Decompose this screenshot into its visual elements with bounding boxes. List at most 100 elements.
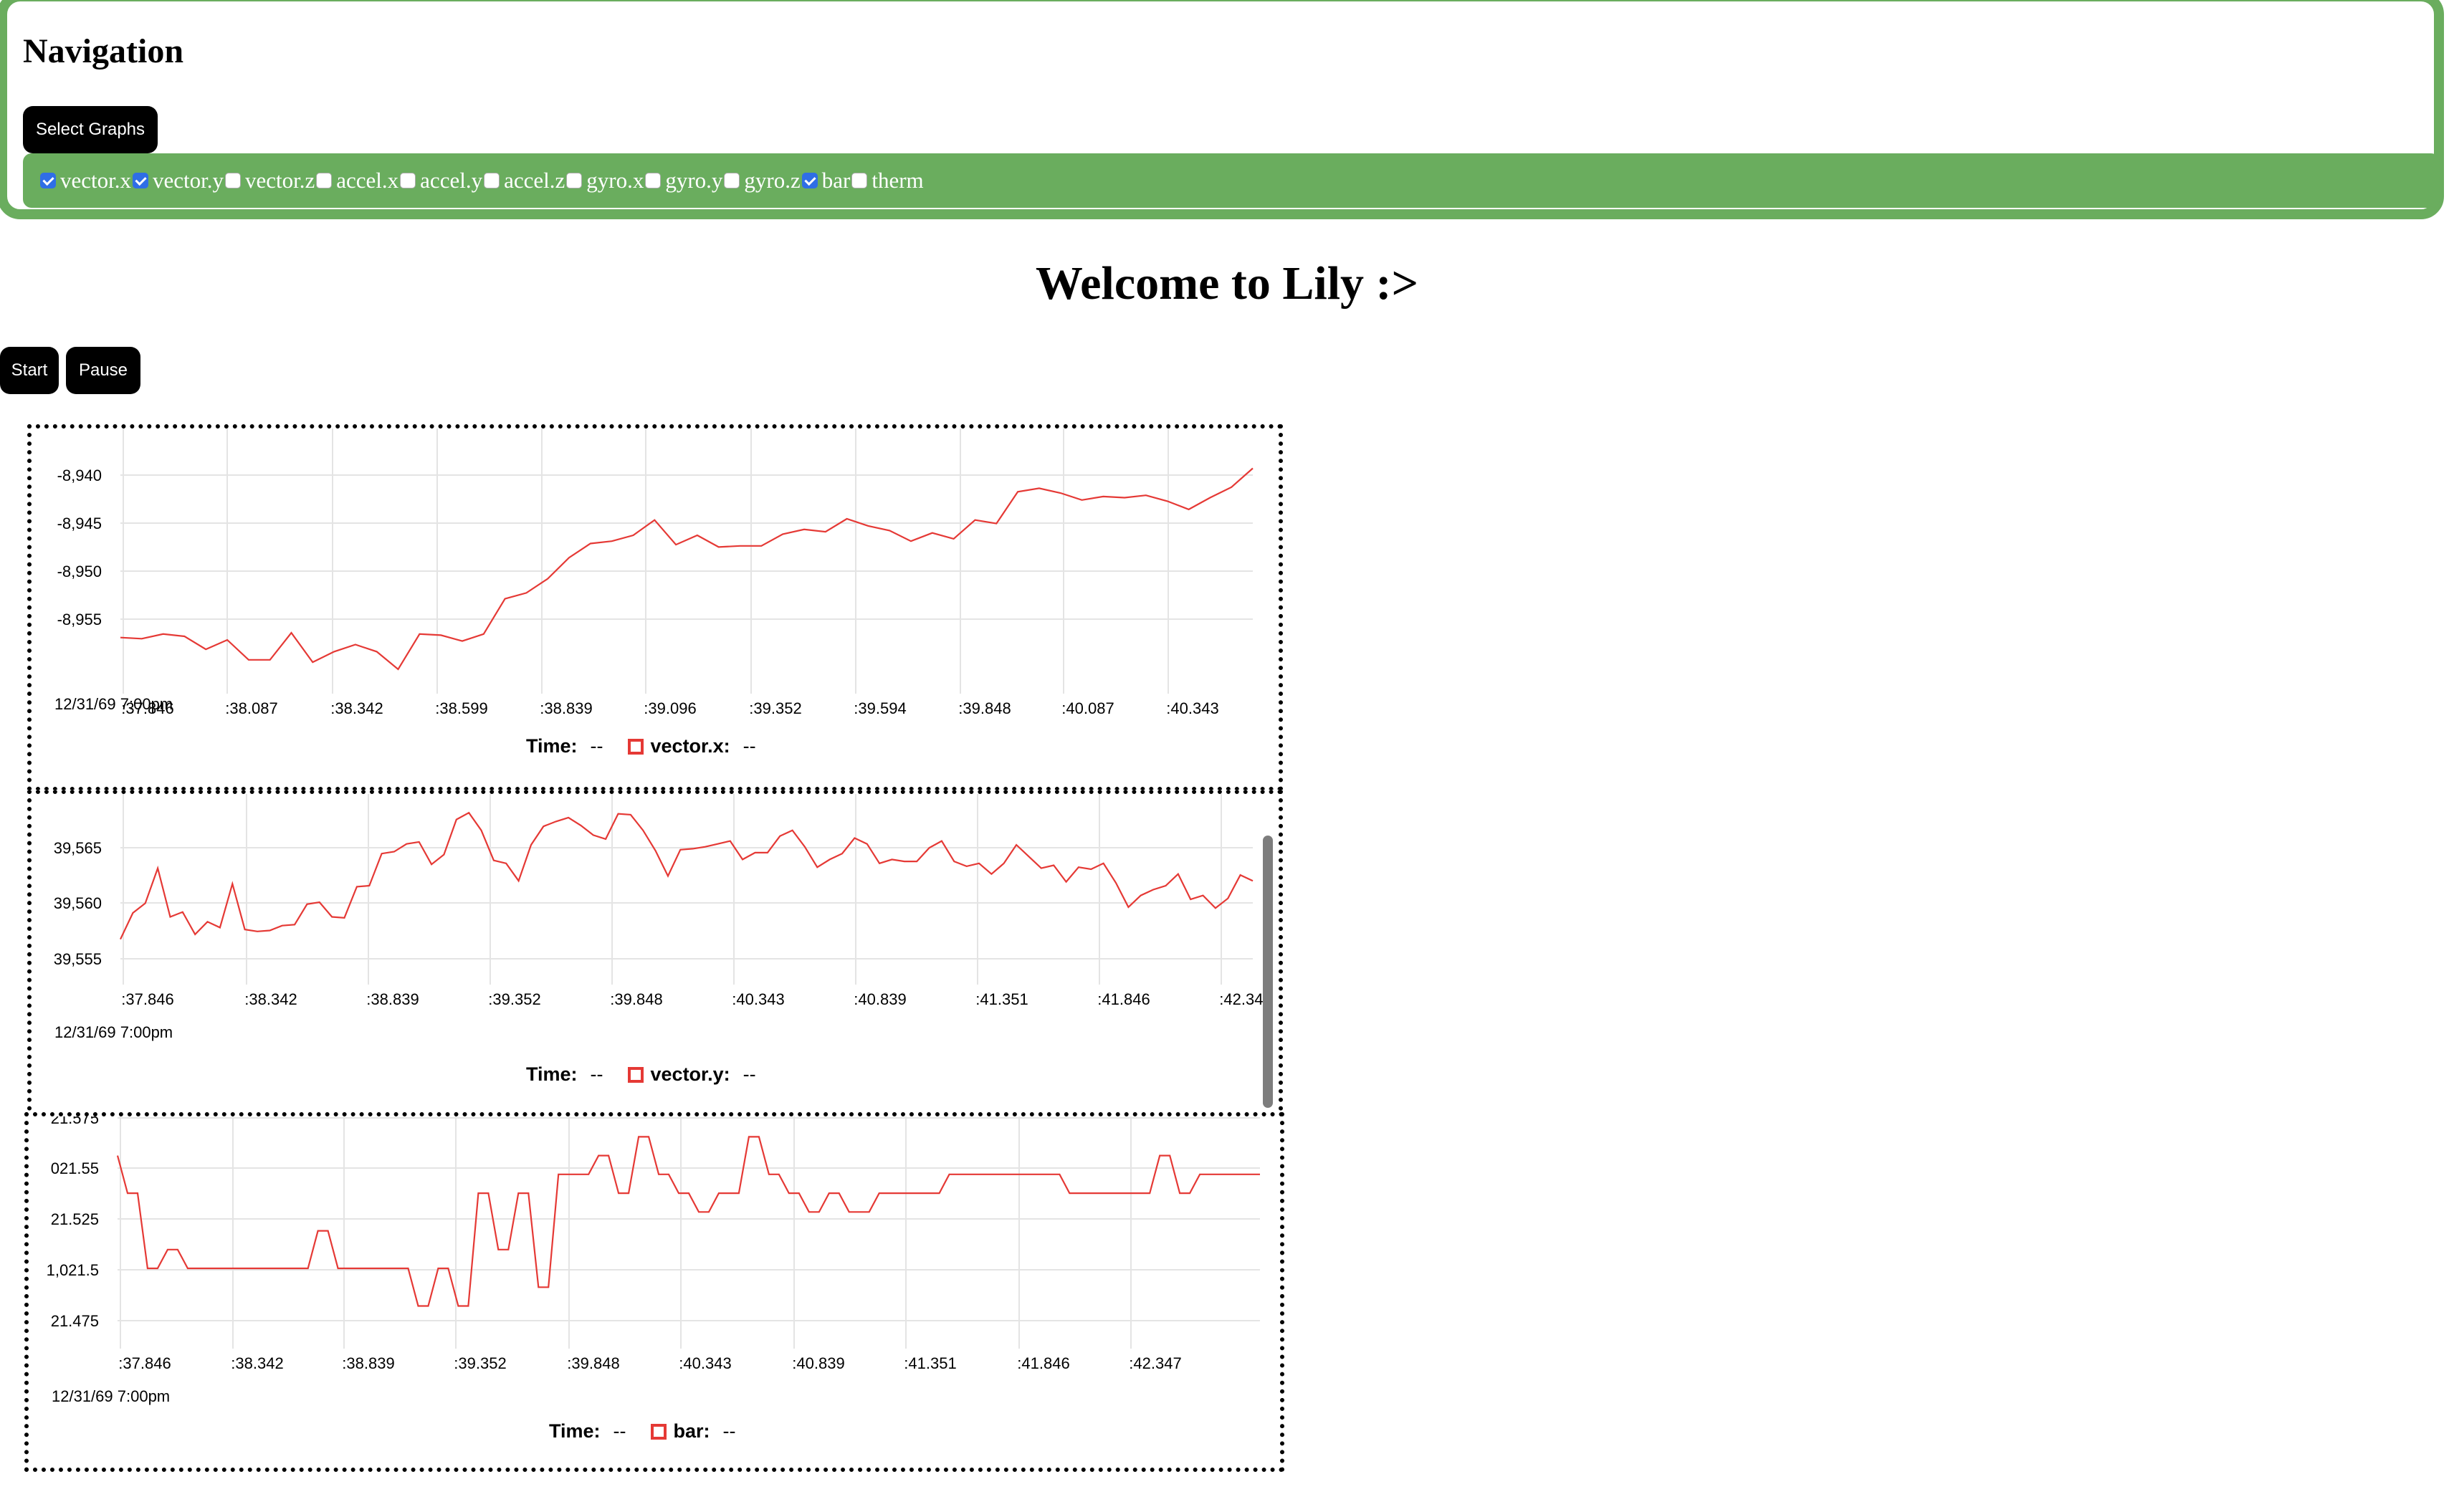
checkbox-box[interactable] bbox=[724, 173, 740, 188]
checkbox-accel-y[interactable]: accel.y bbox=[400, 168, 482, 193]
y-tick-label: 39,565 bbox=[54, 839, 102, 857]
y-tick-label: 21.575 bbox=[51, 1116, 99, 1127]
x-tick-label: :38.839 bbox=[366, 990, 419, 1008]
x-axis-date-label: 12/31/69 7:00pm bbox=[54, 695, 173, 713]
x-tick-label: :41.351 bbox=[975, 990, 1028, 1008]
checkbox-accel-z[interactable]: accel.z bbox=[484, 168, 565, 193]
legend-series-label: bar: bbox=[673, 1420, 710, 1442]
x-tick-label: :39.848 bbox=[610, 990, 662, 1008]
y-tick-label: 21.525 bbox=[51, 1210, 99, 1228]
checkbox-label: therm bbox=[872, 168, 924, 193]
checkbox-therm[interactable]: therm bbox=[851, 168, 924, 193]
y-tick-label: -8,945 bbox=[57, 515, 102, 532]
checkbox-box[interactable] bbox=[225, 173, 241, 188]
legend-series-value: -- bbox=[743, 1063, 756, 1085]
y-tick-label: -8,955 bbox=[57, 611, 102, 628]
legend-time-label: Time: bbox=[526, 1063, 578, 1085]
legend-series-value: -- bbox=[722, 1420, 736, 1442]
y-tick-label: -8,940 bbox=[57, 466, 102, 484]
x-tick-label: :39.848 bbox=[567, 1354, 619, 1372]
checkbox-box[interactable] bbox=[484, 173, 500, 188]
x-tick-label: :41.846 bbox=[1017, 1354, 1069, 1372]
checkbox-bar[interactable]: bar bbox=[801, 168, 850, 193]
y-tick-label: -8,950 bbox=[57, 563, 102, 580]
legend-time-value: -- bbox=[613, 1420, 626, 1442]
legend-swatch[interactable] bbox=[627, 1066, 644, 1083]
chart-plot-area: :37.846:38.342:38.839:39.352:39.848:40.3… bbox=[47, 1116, 1260, 1372]
checkbox-gyro-z[interactable]: gyro.z bbox=[724, 168, 801, 193]
y-tick-label: 1,021.5 bbox=[47, 1261, 99, 1279]
x-tick-label: :38.839 bbox=[342, 1354, 394, 1372]
checkbox-box[interactable] bbox=[566, 173, 583, 188]
checkbox-label: gyro.x bbox=[586, 168, 644, 193]
x-tick-label: :39.594 bbox=[854, 699, 906, 717]
select-graphs-button[interactable]: Select Graphs bbox=[23, 106, 158, 153]
start-button[interactable]: Start bbox=[0, 347, 59, 394]
checkbox-box[interactable] bbox=[400, 173, 416, 188]
checkbox-box[interactable] bbox=[801, 173, 818, 188]
pause-button[interactable]: Pause bbox=[66, 347, 140, 394]
checkbox-label: accel.y bbox=[420, 168, 483, 193]
navigation-panel: Navigation Select Graphs vector.x vector.… bbox=[0, 0, 2444, 219]
x-tick-label: :41.351 bbox=[904, 1354, 956, 1372]
chart-bar: :37.846:38.342:38.839:39.352:39.848:40.3… bbox=[24, 1112, 1284, 1472]
checkbox-vector-z[interactable]: vector.z bbox=[225, 168, 315, 193]
y-tick-label: 39,560 bbox=[54, 894, 102, 912]
checkbox-label: vector.z bbox=[245, 168, 315, 193]
series-line-vector-x bbox=[120, 467, 1254, 671]
y-tick-label: 39,555 bbox=[54, 950, 102, 968]
x-tick-label: :37.846 bbox=[121, 990, 173, 1008]
legend-series-label: vector.x: bbox=[650, 735, 730, 757]
x-tick-label: :38.839 bbox=[540, 699, 592, 717]
x-axis-date-label: 12/31/69 7:00pm bbox=[52, 1387, 171, 1405]
checkbox-box[interactable] bbox=[316, 173, 333, 188]
checkbox-vector-x[interactable]: vector.x bbox=[40, 168, 131, 193]
nav-title: Navigation bbox=[23, 32, 184, 70]
legend-time-label: Time: bbox=[549, 1420, 601, 1442]
checkbox-label: vector.x bbox=[60, 168, 131, 193]
x-tick-label: :40.839 bbox=[854, 990, 906, 1008]
checkbox-label: vector.y bbox=[153, 168, 224, 193]
chart-vector-y: :37.846 :38.342 :38.839 :39.352 :39.848 :40.3… bbox=[27, 790, 1283, 1119]
graph-checkbox-bar: vector.x vector.y vector.z accel.x accel.y ac… bbox=[23, 153, 2440, 208]
y-tick-label: 21.475 bbox=[51, 1312, 99, 1330]
checkbox-box[interactable] bbox=[40, 173, 56, 188]
chart-vector-x: :37.846:38.087:38.342:38.599:38.839:39.0… bbox=[27, 424, 1283, 791]
checkbox-box[interactable] bbox=[645, 173, 662, 188]
y-tick-label: 021.55 bbox=[51, 1159, 99, 1177]
legend-series-label: vector.y: bbox=[650, 1063, 730, 1085]
checkbox-gyro-x[interactable]: gyro.x bbox=[566, 168, 644, 193]
chart-plot-area: :37.846:38.087:38.342:38.599:38.839:39.0… bbox=[57, 429, 1254, 717]
checkbox-box[interactable] bbox=[133, 173, 148, 188]
series-line-bar bbox=[116, 1136, 1260, 1307]
scrollbar[interactable] bbox=[1263, 836, 1273, 1108]
x-tick-label: :42.347 bbox=[1129, 1354, 1181, 1372]
checkbox-box[interactable] bbox=[851, 173, 868, 188]
x-axis-date-label: 12/31/69 7:00pm bbox=[54, 1023, 173, 1041]
series-line-vector-y bbox=[120, 811, 1254, 940]
checkbox-vector-y[interactable]: vector.y bbox=[133, 168, 224, 193]
x-tick-label: :39.352 bbox=[749, 699, 801, 717]
x-tick-label: :37.846 bbox=[118, 1354, 171, 1372]
x-tick-label: :40.343 bbox=[1166, 699, 1218, 717]
legend-swatch[interactable] bbox=[650, 1423, 667, 1440]
x-tick-label: :38.087 bbox=[225, 699, 277, 717]
legend-time-value: -- bbox=[590, 1063, 603, 1085]
x-tick-label: :39.848 bbox=[958, 699, 1011, 717]
checkbox-accel-x[interactable]: accel.x bbox=[316, 168, 398, 193]
legend-swatch[interactable] bbox=[627, 738, 644, 755]
x-tick-label: :40.343 bbox=[732, 990, 784, 1008]
x-tick-label: :38.342 bbox=[244, 990, 297, 1008]
x-tick-label: :39.352 bbox=[488, 990, 540, 1008]
legend-time-label: Time: bbox=[526, 735, 578, 757]
x-tick-label: :39.096 bbox=[644, 699, 696, 717]
checkbox-label: gyro.z bbox=[744, 168, 801, 193]
checkbox-label: accel.x bbox=[336, 168, 399, 193]
checkbox-gyro-y[interactable]: gyro.y bbox=[645, 168, 722, 193]
x-tick-label: :38.342 bbox=[231, 1354, 283, 1372]
chart-legend: Time: -- vector.y: -- bbox=[526, 1063, 780, 1086]
x-tick-label: :40.087 bbox=[1061, 699, 1114, 717]
chart-legend: Time: -- vector.x: -- bbox=[526, 735, 780, 757]
legend-time-value: -- bbox=[590, 735, 603, 757]
chart-legend: Time: -- bar: -- bbox=[549, 1420, 760, 1442]
